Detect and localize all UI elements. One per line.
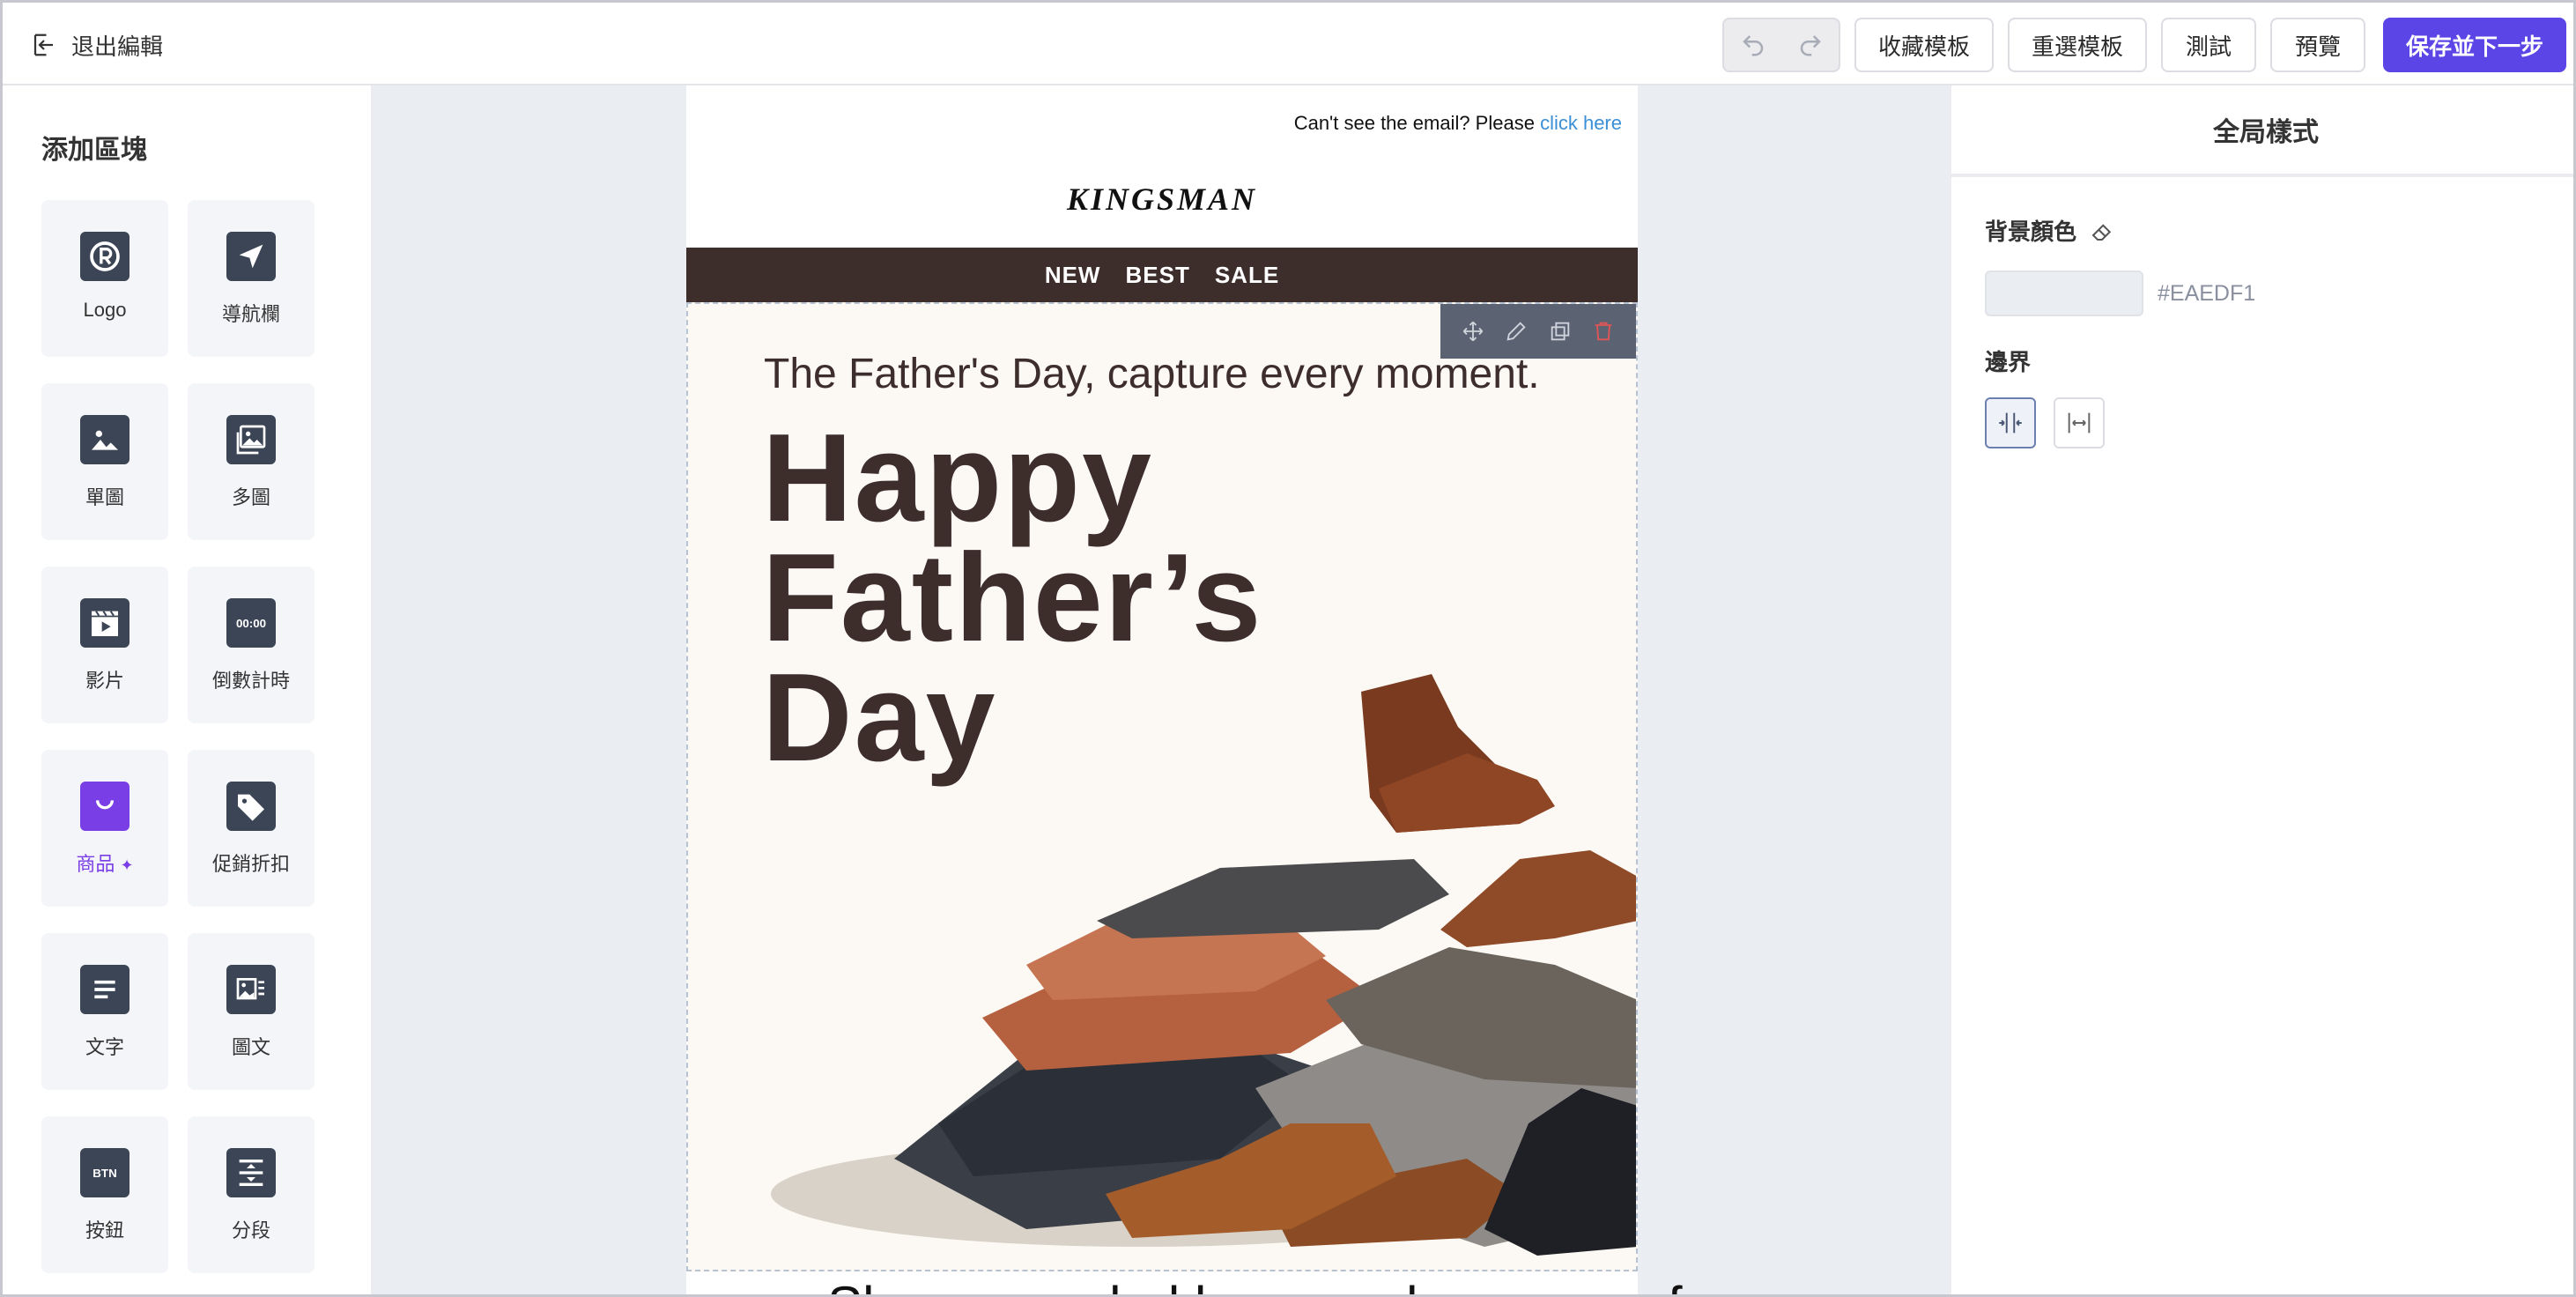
tag-icon (226, 782, 276, 831)
border-narrow-option[interactable] (1985, 397, 2036, 448)
editor-canvas: Can't see the email? Please click here K… (373, 85, 1950, 1294)
block-label: 分段 (231, 1219, 270, 1241)
block-image-text[interactable]: 圖文 (188, 933, 315, 1090)
exit-edit-label: 退出編輯 (71, 33, 164, 60)
block-label-text: 商品 (76, 853, 115, 875)
block-single-image[interactable]: 單圖 (41, 383, 168, 540)
block-label: 單圖 (85, 486, 124, 508)
border-wide-icon (2068, 412, 2091, 434)
block-label: 影片 (85, 670, 124, 692)
redo-button[interactable] (1793, 27, 1828, 63)
block-label: 促銷折扣 (211, 853, 290, 875)
button-icon: BTN (80, 1148, 130, 1197)
email-preview: Can't see the email? Please click here K… (686, 85, 1729, 1294)
view-in-browser-prefix: Can't see the email? Please (1293, 112, 1541, 134)
border-label: 邊界 (1985, 349, 2032, 375)
block-label: 按鈕 (85, 1219, 124, 1241)
view-in-browser-text: Can't see the email? Please click here (1294, 112, 1622, 135)
block-logo[interactable]: Logo (41, 200, 168, 357)
nav-item-sale[interactable]: SALE (1215, 262, 1279, 289)
add-block-title: 添加區塊 (41, 136, 147, 165)
top-bar: 退出編輯 收藏模板 重選模板 測試 預覽 保存並下一步 (3, 3, 2573, 85)
block-navigation[interactable]: 導航欄 (188, 200, 315, 357)
text-icon (80, 965, 130, 1014)
exit-icon (33, 33, 53, 56)
move-icon (1462, 321, 1483, 342)
global-style-title: 全局樣式 (1951, 85, 2573, 177)
block-text[interactable]: 文字 (41, 933, 168, 1090)
nav-item-best[interactable]: BEST (1125, 262, 1189, 289)
copy-icon (1551, 322, 1570, 341)
block-label: Logo (83, 299, 127, 321)
border-wide-option[interactable] (2054, 397, 2105, 448)
undo-redo-group (1722, 18, 1840, 72)
click-here-link[interactable]: click here (1540, 112, 1622, 134)
edit-button[interactable] (1500, 315, 1532, 347)
background-color-swatch[interactable] (1985, 271, 2143, 316)
global-style-panel: 全局樣式 背景顏色 #EAEDF1 邊界 (1950, 85, 2573, 1294)
svg-text:00:00: 00:00 (236, 617, 266, 630)
logo-icon (80, 232, 130, 281)
border-narrow-icon (1999, 412, 2022, 434)
block-label: 倒數計時 (211, 670, 290, 692)
block-product[interactable]: 商品 ✦ (41, 750, 168, 907)
svg-text:BTN: BTN (93, 1167, 116, 1180)
background-color-row: 背景顏色 (1985, 214, 2115, 247)
sparkle-icon: ✦ (120, 856, 134, 874)
hero-title-line: Happy (762, 408, 1153, 548)
countdown-icon: 00:00 (226, 598, 276, 648)
navigation-icon (226, 232, 276, 281)
undo-icon (1742, 35, 1763, 56)
nav-item-new[interactable]: NEW (1045, 262, 1101, 289)
image-text-icon (226, 965, 276, 1014)
block-countdown[interactable]: 00:00 倒數計時 (188, 567, 315, 723)
block-video[interactable]: 影片 (41, 567, 168, 723)
hero-section[interactable]: The Father's Day, capture every moment. … (686, 302, 1638, 1271)
delete-button[interactable] (1588, 315, 1619, 347)
email-navbar[interactable]: NEW BEST SALE (686, 248, 1638, 302)
video-icon (80, 598, 130, 648)
block-label: 文字 (85, 1036, 124, 1058)
block-divider[interactable]: 分段 (188, 1116, 315, 1273)
save-and-next-button[interactable]: 保存並下一步 (2383, 18, 2566, 72)
hero-tagline: The Father's Day, capture every moment. (764, 351, 1540, 397)
save-template-button[interactable]: 收藏模板 (1854, 18, 1994, 72)
pencil-icon (1506, 322, 1526, 341)
copy-button[interactable] (1544, 315, 1576, 347)
shopping-bag-icon (80, 782, 130, 831)
block-multi-image[interactable]: 多圖 (188, 383, 315, 540)
block-label: 導航欄 (221, 303, 280, 325)
trash-icon (1595, 322, 1612, 341)
exit-edit-button[interactable]: 退出編輯 (31, 27, 163, 63)
hero-image (771, 674, 1636, 1256)
move-button[interactable] (1457, 315, 1489, 347)
eraser-icon[interactable] (2089, 218, 2115, 244)
block-label: 圖文 (231, 1036, 270, 1058)
brand-logo[interactable]: KINGSMAN (686, 181, 1638, 218)
background-color-value: #EAEDF1 (2158, 281, 2256, 306)
block-toolbar (1440, 304, 1636, 359)
block-button[interactable]: BTN 按鈕 (41, 1116, 168, 1273)
block-label: 多圖 (231, 486, 270, 508)
add-block-panel: 添加區塊 Logo 導航欄 單圖 多圖 影片 00:00 倒數計時 商品 ✦ 促… (3, 85, 373, 1294)
background-color-label: 背景顏色 (1985, 219, 2077, 245)
block-label: 商品 ✦ (41, 849, 168, 877)
redo-icon (1800, 35, 1821, 56)
app-window: 退出編輯 收藏模板 重選模板 測試 預覽 保存並下一步 添加區塊 Logo 導航… (0, 0, 2576, 1297)
divider-icon (226, 1148, 276, 1197)
images-icon (226, 415, 276, 464)
block-promotion[interactable]: 促銷折扣 (188, 750, 315, 907)
preview-button[interactable]: 預覽 (2270, 18, 2365, 72)
image-icon (80, 415, 130, 464)
test-button[interactable]: 測試 (2161, 18, 2256, 72)
next-block-text[interactable]: Show your dad how much you care for (827, 1275, 1729, 1294)
reset-template-button[interactable]: 重選模板 (2008, 18, 2147, 72)
undo-button[interactable] (1736, 27, 1771, 63)
